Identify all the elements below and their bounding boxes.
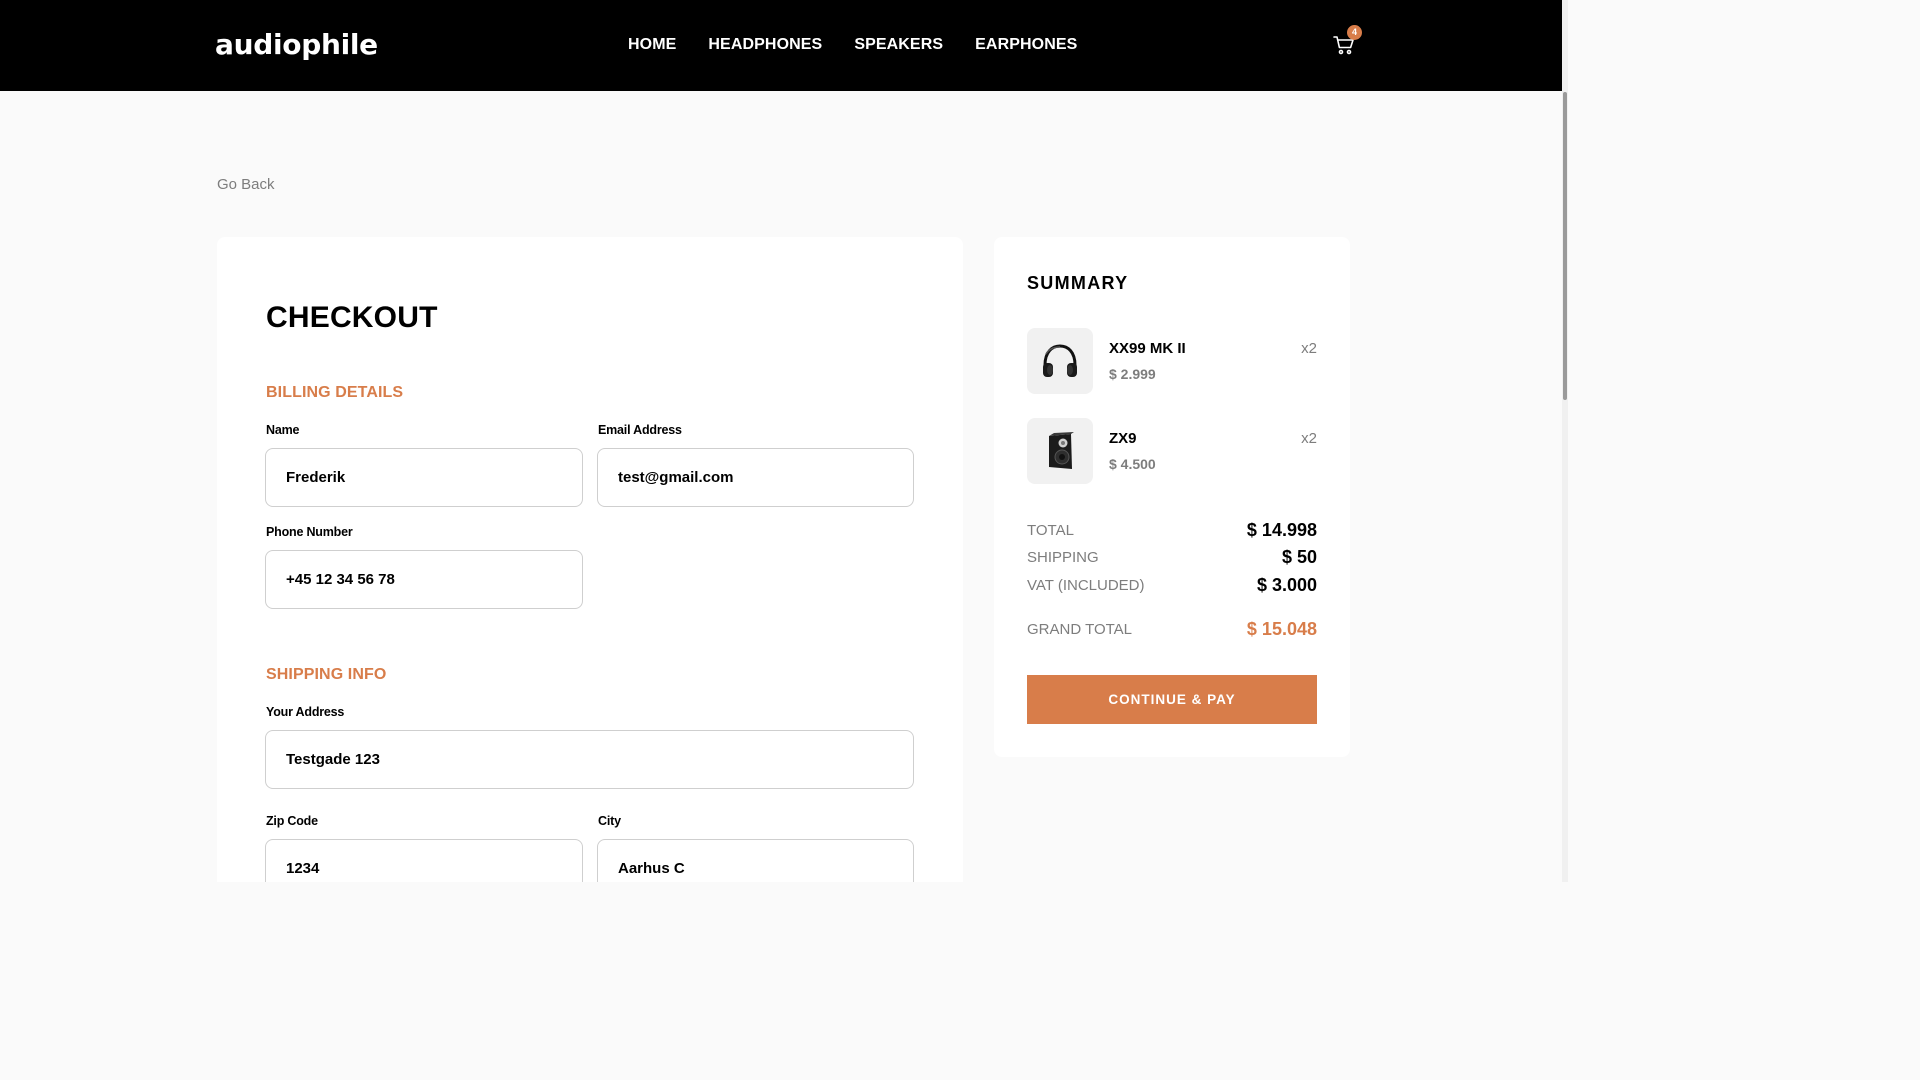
vat-row: VAT (INCLUDED) $ 3.000 [1027,575,1317,599]
item-name: XX99 MK II [1109,340,1186,357]
nav-speakers[interactable]: SPEAKERS [854,36,943,54]
page-title: CHECKOUT [266,301,438,334]
nav-earphones[interactable]: EARPHONES [975,36,1077,54]
item-name: ZX9 [1109,430,1137,447]
vat-label: VAT (INCLUDED) [1027,577,1145,594]
go-back-link[interactable]: Go Back [217,176,275,193]
zip-label: Zip Code [266,814,318,828]
total-row: TOTAL $ 14.998 [1027,520,1317,544]
shipping-value: $ 50 [1281,547,1317,567]
speaker-icon [1027,418,1093,484]
phone-label: Phone Number [266,525,353,539]
phone-field[interactable] [265,550,583,609]
summary-item: ZX9 $ 4.500 x2 [1027,418,1317,484]
zip-field[interactable] [265,839,583,882]
grand-total-label: GRAND TOTAL [1027,621,1133,638]
email-field[interactable] [597,448,914,507]
billing-details-heading: BILLING DETAILS [266,384,404,401]
total-label: TOTAL [1027,522,1074,539]
checkout-page: audiophile HOME HEADPHONES SPEAKERS EARP… [0,0,1568,882]
headphones-icon [1027,328,1093,394]
item-price: $ 2.999 [1109,366,1156,382]
grand-total-value: $ 15.048 [1246,619,1317,639]
name-label: Name [266,423,300,437]
name-field[interactable] [265,448,583,507]
city-label: City [598,814,621,828]
order-summary-card: SUMMARY XX99 MK II $ 2.999 x2 ZX9 $ 4.50… [994,237,1350,757]
shipping-row: SHIPPING $ 50 [1027,547,1317,571]
total-value: $ 14.998 [1246,520,1317,540]
shipping-label: SHIPPING [1027,549,1099,566]
scrollbar-thumb[interactable] [1563,92,1567,400]
city-field[interactable] [597,839,914,882]
vat-value: $ 3.000 [1256,575,1317,595]
shipping-info-heading: SHIPPING INFO [266,666,387,683]
address-field[interactable] [265,730,914,789]
summary-item: XX99 MK II $ 2.999 x2 [1027,328,1317,394]
nav-home[interactable]: HOME [628,36,676,54]
logo[interactable]: audiophile [215,28,378,61]
cart-count-badge: 4 [1347,25,1362,40]
grand-total-row: GRAND TOTAL $ 15.048 [1027,619,1317,643]
summary-title: SUMMARY [1027,273,1129,293]
item-quantity: x2 [1301,430,1317,447]
item-quantity: x2 [1301,340,1317,357]
address-label: Your Address [266,705,345,719]
continue-and-pay-button[interactable]: CONTINUE & PAY [1027,675,1317,724]
item-price: $ 4.500 [1109,456,1156,472]
email-label: Email Address [598,423,682,437]
site-header: audiophile HOME HEADPHONES SPEAKERS EARP… [0,0,1568,91]
scrollbar[interactable] [1562,0,1568,882]
checkout-form-card: CHECKOUT BILLING DETAILS Name Email Addr… [217,237,963,882]
nav-headphones[interactable]: HEADPHONES [708,36,822,54]
main-nav: HOME HEADPHONES SPEAKERS EARPHONES [628,36,1077,54]
